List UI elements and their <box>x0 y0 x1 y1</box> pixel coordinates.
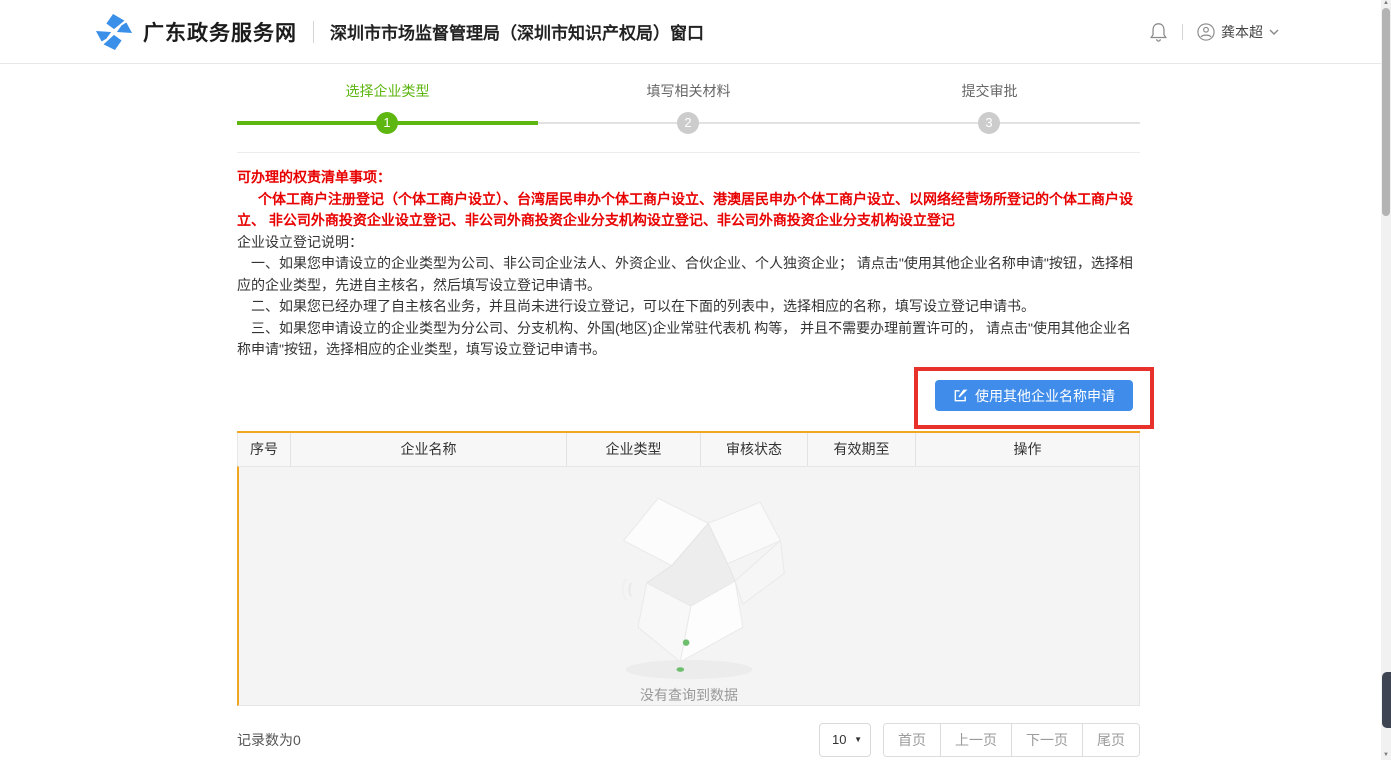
notice-item-3: 三、如果您申请设立的企业类型为分公司、分支机构、外国(地区)企业常驻代表机 构等… <box>237 318 1140 361</box>
header-right-divider <box>1182 24 1183 40</box>
step-2-dot: 2 <box>677 112 699 134</box>
select-caret-icon: ▼ <box>854 735 862 744</box>
last-page-button[interactable]: 尾页 <box>1083 724 1139 756</box>
notice-item-2: 二、如果您已经办理了自主核名业务，并且尚未进行设立登记，可以在下面的列表中，选择… <box>237 296 1140 318</box>
user-name[interactable]: 龚本超 <box>1221 22 1263 42</box>
side-floating-widget[interactable] <box>1382 672 1391 728</box>
table-empty-body: 没有查询到数据 <box>237 466 1140 706</box>
first-page-button[interactable]: 首页 <box>884 724 941 756</box>
empty-state-text: 没有查询到数据 <box>640 685 738 705</box>
step-3-dot: 3 <box>978 112 1000 134</box>
header-left: 广东政务服务网 深圳市市场监督管理局（深圳市知识产权局）窗口 <box>95 13 704 51</box>
page-size-value: 10 <box>832 732 846 747</box>
use-other-name-button-label: 使用其他企业名称申请 <box>975 386 1115 406</box>
column-header-company-type: 企业类型 <box>567 433 701 466</box>
window-title: 深圳市市场监督管理局（深圳市知识产权局）窗口 <box>330 19 704 44</box>
step-1-dot: 1 <box>376 112 398 134</box>
top-header: 广东政务服务网 深圳市市场监督管理局（深圳市知识产权局）窗口 龚本超 <box>0 0 1391 64</box>
main-content: 选择企业类型 填写相关材料 提交审批 1 2 3 可办理的权责清单事项： 个体工… <box>237 64 1140 757</box>
scrollbar-down-arrow-icon[interactable]: ▼ <box>1381 752 1391 758</box>
use-other-name-button[interactable]: 使用其他企业名称申请 <box>935 380 1133 411</box>
page-size-select[interactable]: 10 ▼ <box>819 723 871 757</box>
page-scrollbar[interactable]: ▲ ▼ <box>1381 0 1391 760</box>
step-wizard: 选择企业类型 填写相关材料 提交审批 1 2 3 <box>237 64 1140 153</box>
bell-icon[interactable] <box>1149 22 1168 42</box>
notice-block: 可办理的权责清单事项： 个体工商户注册登记（个体工商户设立）、台湾居民申办个体工… <box>237 167 1140 361</box>
step-track: 1 2 3 <box>237 111 1140 135</box>
column-header-company-name: 企业名称 <box>291 433 567 466</box>
prev-page-button[interactable]: 上一页 <box>941 724 1012 756</box>
pagination: 10 ▼ 首页 上一页 下一页 尾页 <box>819 723 1140 757</box>
notice-red-body: 个体工商户注册登记（个体工商户设立）、台湾居民申办个体工商户设立、港澳居民申办个… <box>237 189 1140 232</box>
step-labels: 选择企业类型 填写相关材料 提交审批 <box>237 81 1140 101</box>
page: 广东政务服务网 深圳市市场监督管理局（深圳市知识产权局）窗口 龚本超 <box>0 0 1391 760</box>
edit-icon <box>953 388 968 403</box>
chevron-down-icon[interactable] <box>1269 29 1279 35</box>
action-row: 使用其他企业名称申请 <box>237 361 1140 431</box>
header-right: 龚本超 <box>1149 22 1279 42</box>
annotation-highlight-box: 使用其他企业名称申请 <box>914 367 1154 429</box>
header-divider <box>313 21 314 43</box>
brand-name: 广东政务服务网 <box>143 17 297 47</box>
step-1-label: 选择企业类型 <box>237 81 538 101</box>
notice-red-title: 可办理的权责清单事项： <box>237 167 1140 189</box>
scrollbar-up-arrow-icon[interactable]: ▲ <box>1381 0 1391 6</box>
result-table: 序号 企业名称 企业类型 审核状态 有效期至 操作 <box>237 431 1140 706</box>
column-header-actions: 操作 <box>916 433 1139 466</box>
record-count: 记录数为0 <box>237 730 301 750</box>
column-header-audit-status: 审核状态 <box>701 433 808 466</box>
empty-box-illustration <box>579 481 799 683</box>
table-footer: 记录数为0 10 ▼ 首页 上一页 下一页 尾页 <box>237 723 1140 757</box>
user-circle-icon <box>1197 23 1215 41</box>
column-header-valid-until: 有效期至 <box>808 433 916 466</box>
notice-desc-title: 企业设立登记说明： <box>237 232 1140 254</box>
pagination-button-group: 首页 上一页 下一页 尾页 <box>883 723 1140 757</box>
step-2-label: 填写相关材料 <box>538 81 839 101</box>
next-page-button[interactable]: 下一页 <box>1012 724 1083 756</box>
progress-line-inactive <box>538 122 1140 124</box>
steps-divider <box>237 152 1140 153</box>
pinwheel-logo-icon <box>95 13 133 51</box>
notice-item-1: 一、如果您申请设立的企业类型为公司、非公司企业法人、外资企业、合伙企业、个人独资… <box>237 253 1140 296</box>
scrollbar-thumb[interactable] <box>1382 8 1390 216</box>
step-3-label: 提交审批 <box>839 81 1140 101</box>
column-header-index: 序号 <box>238 433 291 466</box>
table-header-row: 序号 企业名称 企业类型 审核状态 有效期至 操作 <box>237 433 1140 466</box>
